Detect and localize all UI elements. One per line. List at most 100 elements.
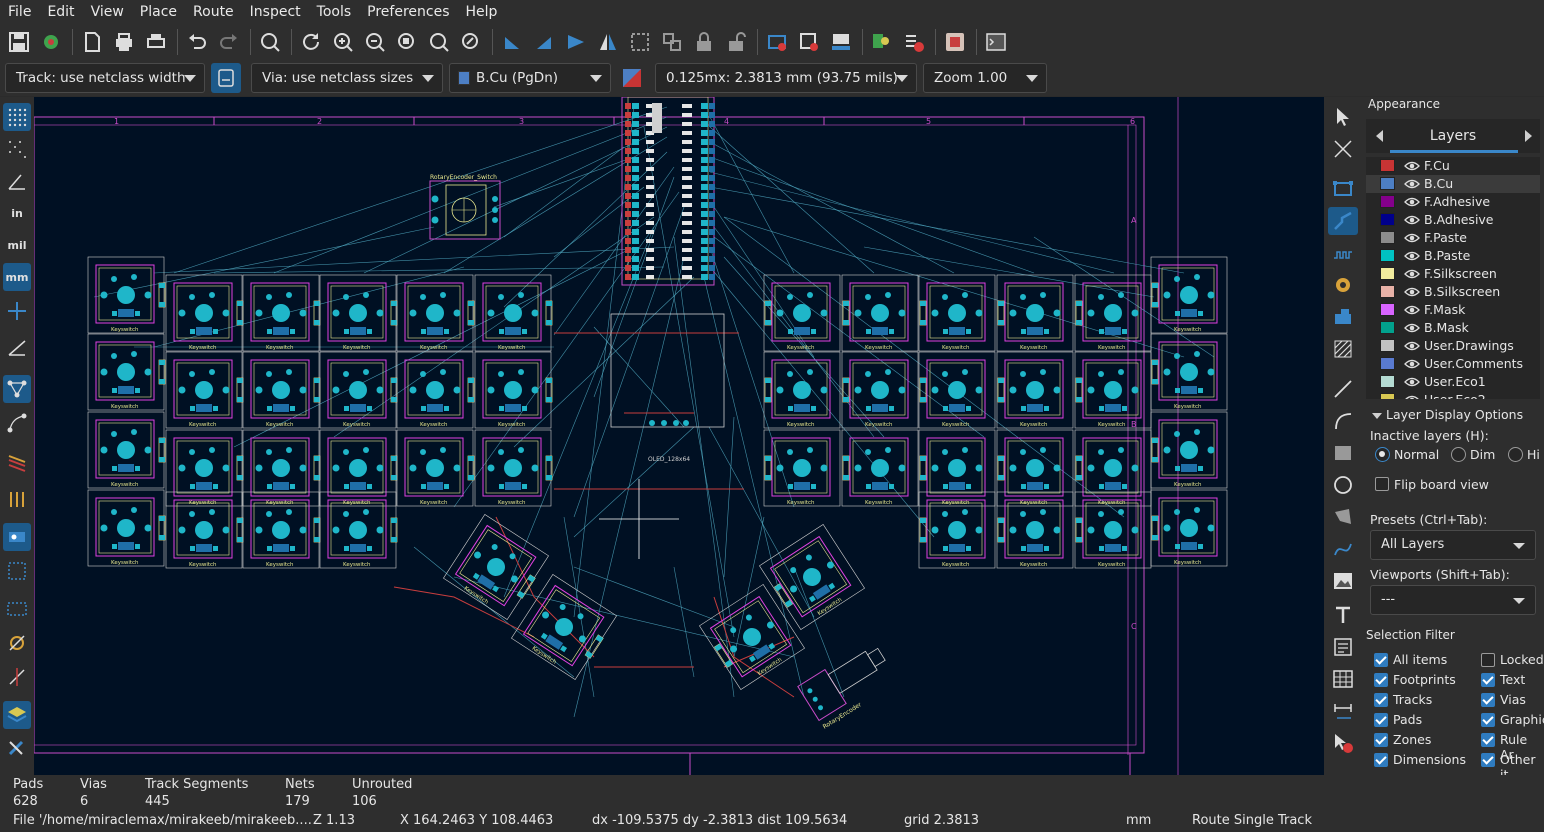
draw-bezier-icon[interactable] — [1328, 535, 1358, 563]
layer-select[interactable]: B.Cu (PgDn) — [449, 63, 611, 93]
tune-length-icon[interactable] — [1328, 241, 1358, 269]
footprint-editor-icon[interactable] — [762, 27, 792, 57]
chevron-right-icon[interactable] — [1525, 130, 1532, 142]
menu-preferences[interactable]: Preferences — [359, 0, 457, 24]
track-width-select[interactable]: Track: use netclass width — [5, 63, 205, 93]
pcb-canvas[interactable]: 1 2 3 4 5 6 A B C Keyswitch Keyswitch Keys… — [34, 97, 1324, 775]
draw-line-icon[interactable] — [1328, 375, 1358, 403]
polar-coords-icon[interactable] — [3, 167, 31, 195]
eye-icon[interactable] — [1404, 194, 1420, 210]
add-via-icon[interactable] — [1328, 271, 1358, 299]
footprint-browser-icon[interactable] — [794, 27, 824, 57]
layer-color-swatch[interactable] — [1380, 267, 1395, 280]
inactive-hide-radio[interactable] — [1508, 447, 1523, 462]
menu-view[interactable]: View — [83, 0, 132, 24]
layer-color-swatch[interactable] — [1380, 393, 1395, 399]
high-contrast-icon[interactable] — [3, 663, 31, 691]
track-angle-icon[interactable] — [3, 333, 31, 361]
zoom-in-icon[interactable] — [328, 27, 358, 57]
layer-row-user-comments[interactable]: User.Comments — [1366, 355, 1540, 373]
layer-color-swatch[interactable] — [1380, 159, 1395, 172]
unlock-icon[interactable] — [721, 27, 751, 57]
find-icon[interactable] — [255, 27, 285, 57]
eye-icon[interactable] — [1404, 284, 1420, 300]
via-display-icon[interactable] — [3, 523, 31, 551]
filter-dimensions-checkbox[interactable] — [1374, 753, 1388, 767]
inactive-normal-radio[interactable] — [1375, 447, 1390, 462]
viewports-select[interactable]: --- — [1370, 585, 1536, 615]
layer-row-user-drawings[interactable]: User.Drawings — [1366, 337, 1540, 355]
route-track-icon[interactable] — [1328, 207, 1358, 235]
filter-all-items-checkbox[interactable] — [1374, 653, 1388, 667]
add-textbox-icon[interactable] — [1328, 633, 1358, 661]
add-zone-icon[interactable] — [1328, 303, 1358, 331]
layer-row-b-mask[interactable]: B.Mask — [1366, 319, 1540, 337]
add-keepout-icon[interactable] — [1328, 335, 1358, 363]
eye-icon[interactable] — [1404, 248, 1420, 264]
print-icon[interactable] — [109, 27, 139, 57]
menu-route[interactable]: Route — [185, 0, 242, 24]
filter-text-checkbox[interactable] — [1481, 673, 1495, 687]
layer-color-swatch[interactable] — [1380, 249, 1395, 262]
layer-row-b-paste[interactable]: B.Paste — [1366, 247, 1540, 265]
redo-icon[interactable] — [214, 27, 244, 57]
overrides-grid-icon[interactable] — [3, 135, 31, 163]
units-inch-toggle[interactable]: in — [3, 199, 31, 227]
flip-icon[interactable] — [561, 27, 591, 57]
layer-row-f-paste[interactable]: F.Paste — [1366, 229, 1540, 247]
layer-color-swatch[interactable] — [1380, 213, 1395, 226]
layer-row-b-cu[interactable]: B.Cu — [1366, 175, 1540, 193]
add-table-icon[interactable] — [1328, 665, 1358, 693]
add-image-icon[interactable] — [1328, 567, 1358, 595]
layers-manager-icon[interactable] — [3, 701, 31, 729]
undo-icon[interactable] — [182, 27, 212, 57]
filter-locked-checkbox[interactable] — [1481, 653, 1495, 667]
cursor-style-icon[interactable] — [3, 297, 31, 325]
inactive-dim-radio[interactable] — [1451, 447, 1466, 462]
layer-row-user-eco2[interactable]: User.Eco2 — [1366, 391, 1540, 399]
draw-arc-icon[interactable] — [1328, 407, 1358, 435]
properties-manager-icon[interactable] — [3, 733, 31, 761]
curved-ratsnest-icon[interactable] — [3, 409, 31, 437]
layer-row-b-silkscreen[interactable]: B.Silkscreen — [1366, 283, 1540, 301]
grid-toggle-icon[interactable] — [3, 103, 31, 131]
filter-vias-checkbox[interactable] — [1481, 693, 1495, 707]
layer-color-swatch[interactable] — [1380, 285, 1395, 298]
draw-polygon-icon[interactable] — [1328, 503, 1358, 531]
eye-icon[interactable] — [1404, 212, 1420, 228]
zoom-selection-icon[interactable] — [456, 27, 486, 57]
layer-color-swatch[interactable] — [1380, 231, 1395, 244]
lock-icon[interactable] — [689, 27, 719, 57]
group-icon[interactable] — [625, 27, 655, 57]
plot-icon[interactable] — [141, 27, 171, 57]
zone-fill-icon[interactable] — [3, 449, 31, 477]
layer-row-f-silkscreen[interactable]: F.Silkscreen — [1366, 265, 1540, 283]
schematic-editor-icon[interactable] — [940, 27, 970, 57]
add-footprint-icon[interactable] — [1328, 175, 1358, 203]
layer-pair-icon[interactable] — [617, 63, 647, 93]
flip-board-checkbox[interactable] — [1375, 477, 1389, 491]
menu-place[interactable]: Place — [132, 0, 185, 24]
menu-tools[interactable]: Tools — [309, 0, 360, 24]
drc-icon[interactable] — [899, 27, 929, 57]
eye-icon[interactable] — [1404, 158, 1420, 174]
layer-color-swatch[interactable] — [1380, 303, 1395, 316]
layer-color-swatch[interactable] — [1380, 339, 1395, 352]
select-icon[interactable] — [1328, 103, 1358, 131]
eye-icon[interactable] — [1404, 374, 1420, 390]
add-dimension-icon[interactable] — [1328, 697, 1358, 725]
filter-tracks-checkbox[interactable] — [1374, 693, 1388, 707]
layer-row-f-cu[interactable]: F.Cu — [1366, 157, 1540, 175]
eye-icon[interactable] — [1404, 230, 1420, 246]
layer-row-f-adhesive[interactable]: F.Adhesive — [1366, 193, 1540, 211]
filter-graphic-checkbox[interactable] — [1481, 713, 1495, 727]
layer-color-swatch[interactable] — [1380, 357, 1395, 370]
eye-icon[interactable] — [1404, 320, 1420, 336]
pad-display-icon[interactable] — [3, 485, 31, 513]
tab-layers[interactable]: Layers — [1366, 128, 1540, 144]
eye-icon[interactable] — [1404, 266, 1420, 282]
filter-footprints-checkbox[interactable] — [1374, 673, 1388, 687]
origin-icon[interactable] — [3, 629, 31, 657]
fabrication-outputs-icon[interactable] — [826, 27, 856, 57]
scripting-console-icon[interactable] — [981, 27, 1011, 57]
